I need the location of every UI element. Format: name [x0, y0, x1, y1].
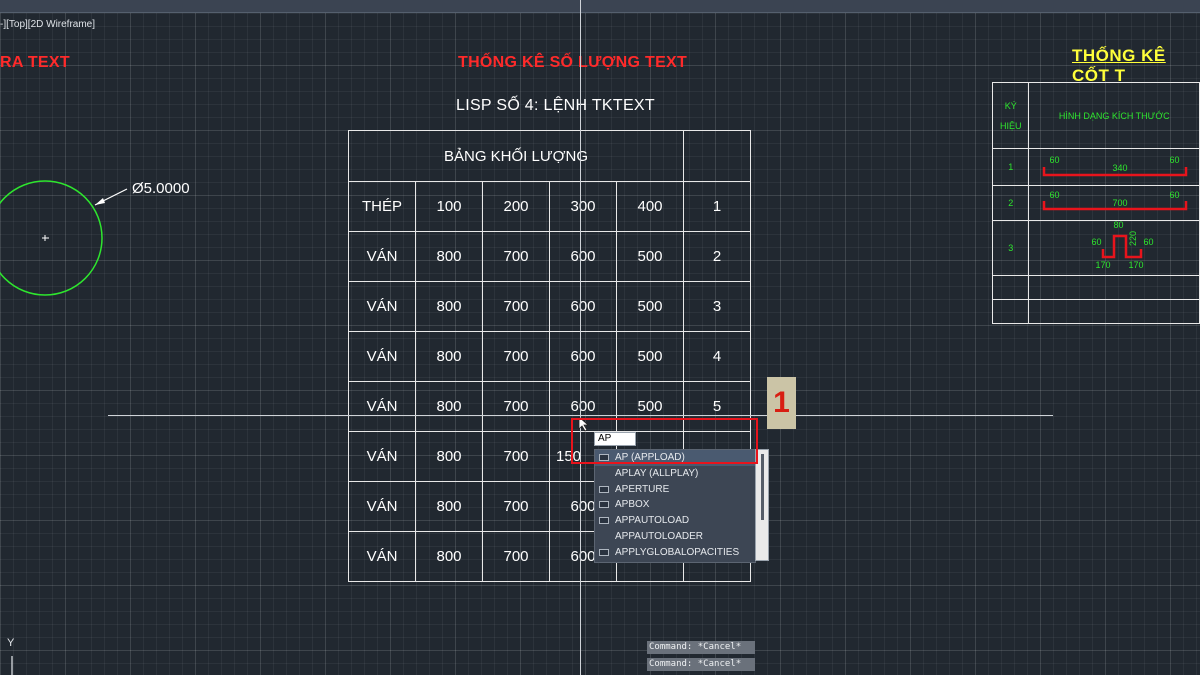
table-row: THÉP 100 200 300 400 1: [348, 181, 751, 232]
autocomplete-item[interactable]: APPAUTOLOADER: [595, 529, 755, 545]
command-history-line: Command: *Cancel*: [647, 658, 755, 671]
rebar-shape-1: [1043, 167, 1188, 177]
col-header-hieu: HIỆU: [999, 120, 1022, 131]
autocomplete-item[interactable]: APPLYGLOBALOPACITIES: [595, 545, 755, 561]
rebar-id: 1: [991, 148, 1030, 186]
ucs-y-label: Y: [7, 637, 15, 649]
autocomplete-scrollbar[interactable]: [755, 449, 769, 561]
rebar-id: 2: [991, 185, 1030, 221]
rebar-shape-2: [1043, 201, 1188, 211]
autocomplete-item[interactable]: APLAY (ALLPLAY): [595, 466, 755, 482]
table-header: BẢNG KHỐI LƯỢNG: [348, 130, 684, 182]
lisp-subtitle: LISP SỐ 4: LỆNH TKTEXT: [456, 97, 655, 114]
right-title: THỐNG KÊ CỐT T: [1072, 46, 1166, 85]
command-autocomplete-list[interactable]: AP (APPLOAD) APLAY (ALLPLAY) APERTURE AP…: [594, 449, 756, 563]
table-row: VÁN 800 700 600 500 4: [348, 331, 751, 382]
rebar-shape-3: [1102, 234, 1143, 259]
viewport-controls[interactable]: -][Top][2D Wireframe]: [0, 19, 95, 30]
command-icon: [599, 501, 609, 509]
col-header-ky: KÝ: [1004, 100, 1017, 111]
command-icon: [599, 517, 609, 525]
diameter-dimension: Ø5.0000: [132, 180, 190, 197]
autocomplete-item[interactable]: APPAUTOLOAD: [595, 513, 755, 529]
left-title: RA TEXT: [0, 54, 70, 71]
scrollbar-thumb[interactable]: [761, 454, 764, 520]
command-icon: [599, 548, 609, 556]
rebar-table[interactable]: KÝ HIỆU HÌNH DẠNG KÍCH THƯỚC 1 60 340 60…: [991, 82, 1200, 324]
ribbon-edge: [0, 0, 1200, 13]
step-badge: 1: [767, 377, 796, 429]
autocomplete-item[interactable]: APERTURE: [595, 482, 755, 498]
center-title: THỐNG KÊ SỐ LƯỢNG TEXT: [458, 54, 688, 71]
col-header-shape: HÌNH DẠNG KÍCH THƯỚC: [1028, 82, 1200, 149]
table-row: VÁN 800 700 600 500 2: [348, 231, 751, 282]
autocomplete-item[interactable]: APBOX: [595, 497, 755, 513]
command-icon: [599, 485, 609, 493]
rebar-id: 3: [991, 220, 1030, 276]
green-circle: [0, 180, 103, 296]
highlight-box: [571, 418, 758, 464]
crosshair-vertical: [580, 0, 581, 675]
command-history-line: Command: *Cancel*: [647, 641, 755, 654]
table-row: VÁN 800 700 600 500 3: [348, 281, 751, 332]
